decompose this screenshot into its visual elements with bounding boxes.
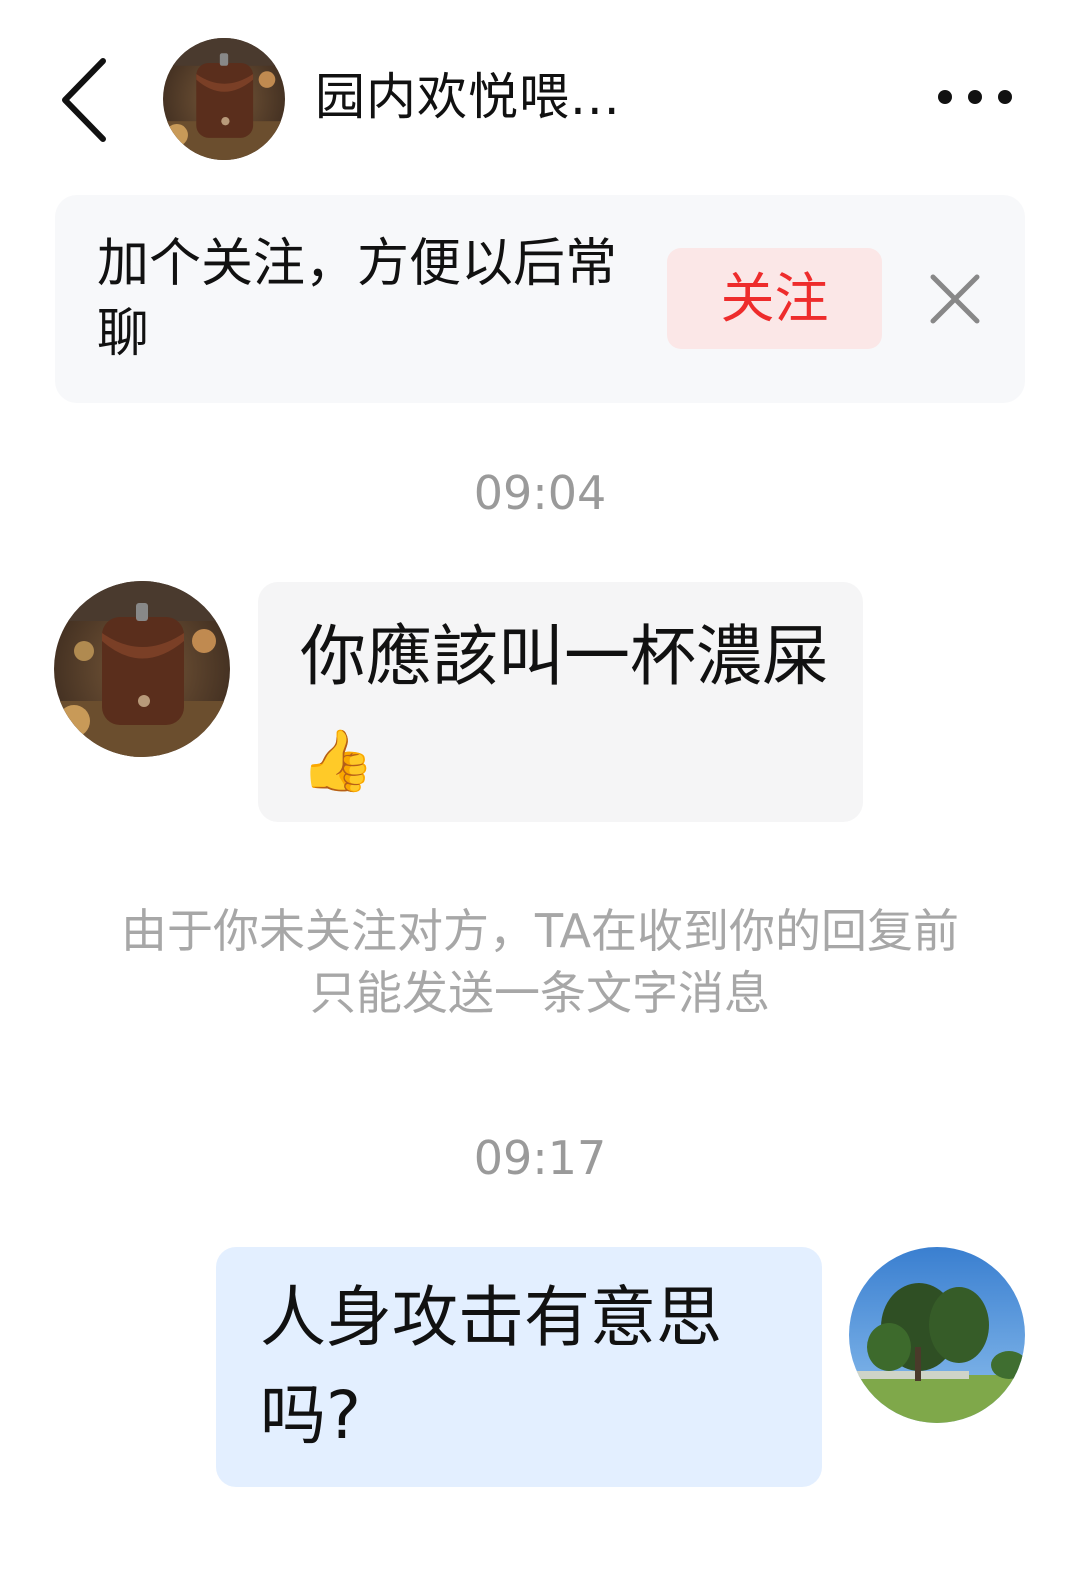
more-horizontal-icon <box>938 90 952 104</box>
more-dot <box>998 90 1012 104</box>
system-notice: 由于你未关注对方，TA在收到你的回复前只能发送一条文字消息 <box>121 904 959 1020</box>
message-text-content: 你應該叫一杯濃屎 <box>300 618 828 695</box>
more-dot <box>968 90 982 104</box>
back-button[interactable] <box>55 55 115 145</box>
follow-button[interactable]: 关注 <box>667 248 882 349</box>
incoming-message-bubble[interactable]: 你應該叫一杯濃屎 👍 <box>258 582 863 822</box>
message-text: 人身攻击有意思吗? <box>260 1279 722 1454</box>
thumbs-up-icon: 👍 <box>300 726 375 796</box>
close-icon <box>930 274 980 324</box>
follow-prompt-text: 加个关注，方便以后常聊 <box>97 234 618 364</box>
chevron-left-icon <box>62 58 106 142</box>
message-text: 你應該叫一杯濃屎 👍 <box>300 608 840 810</box>
close-banner-button[interactable] <box>925 269 985 329</box>
follow-suggestion-banner: 加个关注，方便以后常聊 关注 <box>55 195 1025 403</box>
contact-name[interactable]: 园内欢悦喂... <box>315 64 621 130</box>
message-timestamp: 09:04 <box>473 466 607 520</box>
self-avatar[interactable] <box>849 1247 1025 1423</box>
sender-avatar[interactable] <box>54 581 230 757</box>
chat-header: 园内欢悦喂... <box>0 0 1080 190</box>
message-timestamp: 09:17 <box>473 1131 607 1185</box>
contact-avatar[interactable] <box>163 38 285 160</box>
more-options-button[interactable] <box>930 80 1020 116</box>
outgoing-message-bubble[interactable]: 人身攻击有意思吗? <box>216 1247 822 1487</box>
